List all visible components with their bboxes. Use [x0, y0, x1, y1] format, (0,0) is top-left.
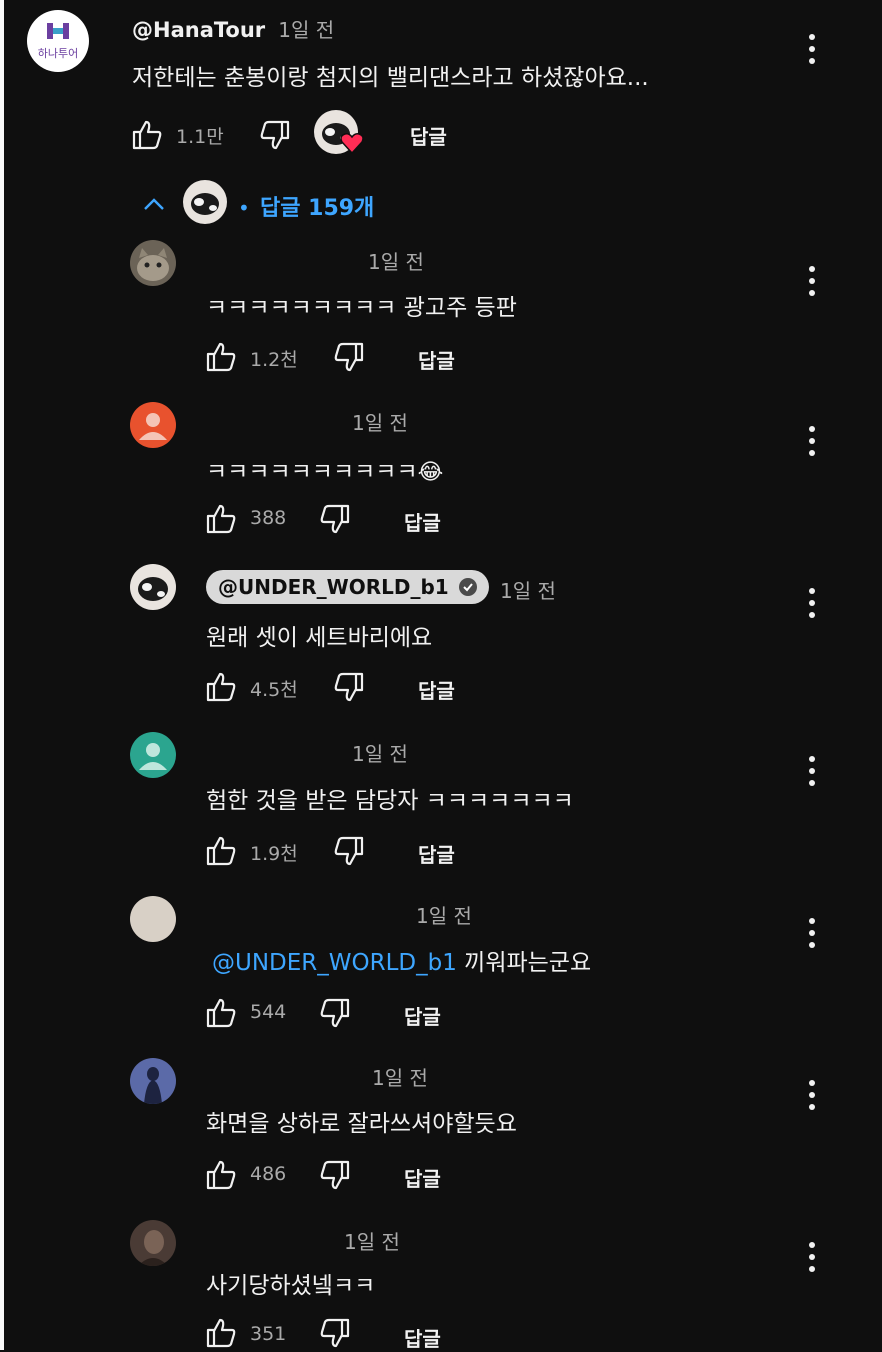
dislike-icon[interactable] — [332, 340, 366, 374]
reply-button[interactable]: 답글 — [410, 121, 447, 150]
default-person-icon — [139, 413, 167, 440]
comment-header: @HanaTour 1일 전 — [132, 14, 334, 43]
reply-text: ㅋㅋㅋㅋㅋㅋㅋㅋㅋㅋ😂 — [206, 452, 443, 486]
reply-avatar[interactable] — [130, 896, 176, 942]
reply-text: @UNDER_WORLD_b1 끼워파는군요 — [212, 943, 591, 977]
verified-check-icon — [458, 578, 477, 596]
more-options-icon[interactable] — [800, 1238, 824, 1278]
screenshot-border — [0, 0, 4, 1350]
dislike-icon[interactable] — [332, 670, 366, 704]
reply-time: 1일 전 — [352, 411, 408, 435]
like-count: 486 — [250, 1163, 287, 1185]
reply-button[interactable]: 답글 — [404, 1001, 441, 1030]
dot-separator: • — [238, 196, 250, 220]
reply-button[interactable]: 답글 — [418, 675, 455, 704]
like-count: 388 — [250, 507, 287, 529]
reply-time: 1일 전 — [372, 1066, 428, 1090]
more-options-icon[interactable] — [800, 1076, 824, 1116]
comment-time: 1일 전 — [278, 18, 335, 42]
channel-handle[interactable]: @HanaTour — [132, 18, 265, 42]
dislike-icon[interactable] — [258, 118, 292, 152]
reply-time: 1일 전 — [344, 1230, 400, 1254]
comment-text: 저한테는 춘봉이랑 첨지의 밸리댄스라고 하셨잖아요... — [132, 65, 649, 91]
reply-time: 1일 전 — [416, 904, 472, 928]
reply-avatar[interactable] — [130, 564, 176, 610]
reply-avatar[interactable] — [130, 732, 176, 778]
dislike-icon[interactable] — [318, 502, 352, 536]
dislike-icon[interactable] — [332, 834, 366, 868]
like-count: 1.9천 — [250, 843, 298, 865]
like-count: 4.5천 — [250, 679, 298, 701]
like-icon[interactable] — [204, 996, 238, 1030]
reply-text: 원래 셋이 세트바리에요 — [206, 625, 433, 651]
laughing-emoji-icon: 😂 — [417, 460, 444, 485]
channel-avatar[interactable]: 하나투어 — [27, 10, 89, 72]
like-count: 1.1만 — [176, 126, 224, 148]
reply-avatar[interactable] — [130, 1220, 176, 1266]
reply-text: 화면을 상하로 잘라쓰셔야할듯요 — [206, 1111, 517, 1137]
like-icon[interactable] — [204, 670, 238, 704]
reply-avatar[interactable] — [130, 240, 176, 286]
reply-time: 1일 전 — [352, 742, 408, 766]
reply-button[interactable]: 답글 — [418, 839, 455, 868]
reply-button[interactable]: 답글 — [404, 1163, 441, 1192]
reply-text-body: ㅋㅋㅋㅋㅋㅋㅋㅋㅋㅋ — [206, 459, 418, 485]
hanatour-logo-icon — [47, 23, 69, 39]
reply-button[interactable]: 답글 — [404, 507, 441, 536]
creator-handle: @UNDER_WORLD_b1 — [218, 575, 449, 599]
like-icon[interactable] — [204, 1316, 238, 1350]
like-icon[interactable] — [204, 340, 238, 374]
more-options-icon[interactable] — [800, 422, 824, 462]
chevron-up-icon[interactable] — [142, 196, 166, 212]
reply-button[interactable]: 답글 — [418, 345, 455, 374]
like-icon[interactable] — [130, 118, 164, 152]
like-count: 1.2천 — [250, 349, 298, 371]
heart-icon — [340, 132, 364, 154]
reply-button[interactable]: 답글 — [404, 1323, 441, 1352]
reply-text: 험한 것을 받은 담당자 ㅋㅋㅋㅋㅋㅋㅋ — [206, 788, 574, 814]
more-options-icon[interactable] — [800, 914, 824, 954]
default-person-icon — [139, 743, 167, 770]
like-count: 544 — [250, 1001, 287, 1023]
like-count: 351 — [250, 1323, 287, 1345]
like-icon[interactable] — [204, 834, 238, 868]
creator-avatar-small — [183, 180, 227, 224]
replies-toggle[interactable]: 답글 159개 — [260, 190, 374, 222]
like-icon[interactable] — [204, 502, 238, 536]
more-options-icon[interactable] — [800, 30, 824, 70]
more-options-icon[interactable] — [800, 752, 824, 792]
more-options-icon[interactable] — [800, 584, 824, 624]
creator-handle-chip[interactable]: @UNDER_WORLD_b1 — [206, 570, 489, 604]
reply-text: 사기당하셨넼ㅋㅋ — [206, 1273, 376, 1299]
more-options-icon[interactable] — [800, 262, 824, 302]
dislike-icon[interactable] — [318, 1316, 352, 1350]
reply-avatar[interactable] — [130, 1058, 176, 1104]
reply-time: 1일 전 — [368, 250, 424, 274]
channel-avatar-label: 하나투어 — [37, 47, 79, 60]
dislike-icon[interactable] — [318, 1158, 352, 1192]
mention-link[interactable]: @UNDER_WORLD_b1 — [212, 950, 457, 976]
reply-avatar[interactable] — [130, 402, 176, 448]
dislike-icon[interactable] — [318, 996, 352, 1030]
reply-time: 1일 전 — [500, 579, 556, 603]
reply-text: ㅋㅋㅋㅋㅋㅋㅋㅋㅋ 광고주 등판 — [206, 295, 517, 321]
like-icon[interactable] — [204, 1158, 238, 1192]
reply-text-body: 끼워파는군요 — [464, 950, 592, 976]
